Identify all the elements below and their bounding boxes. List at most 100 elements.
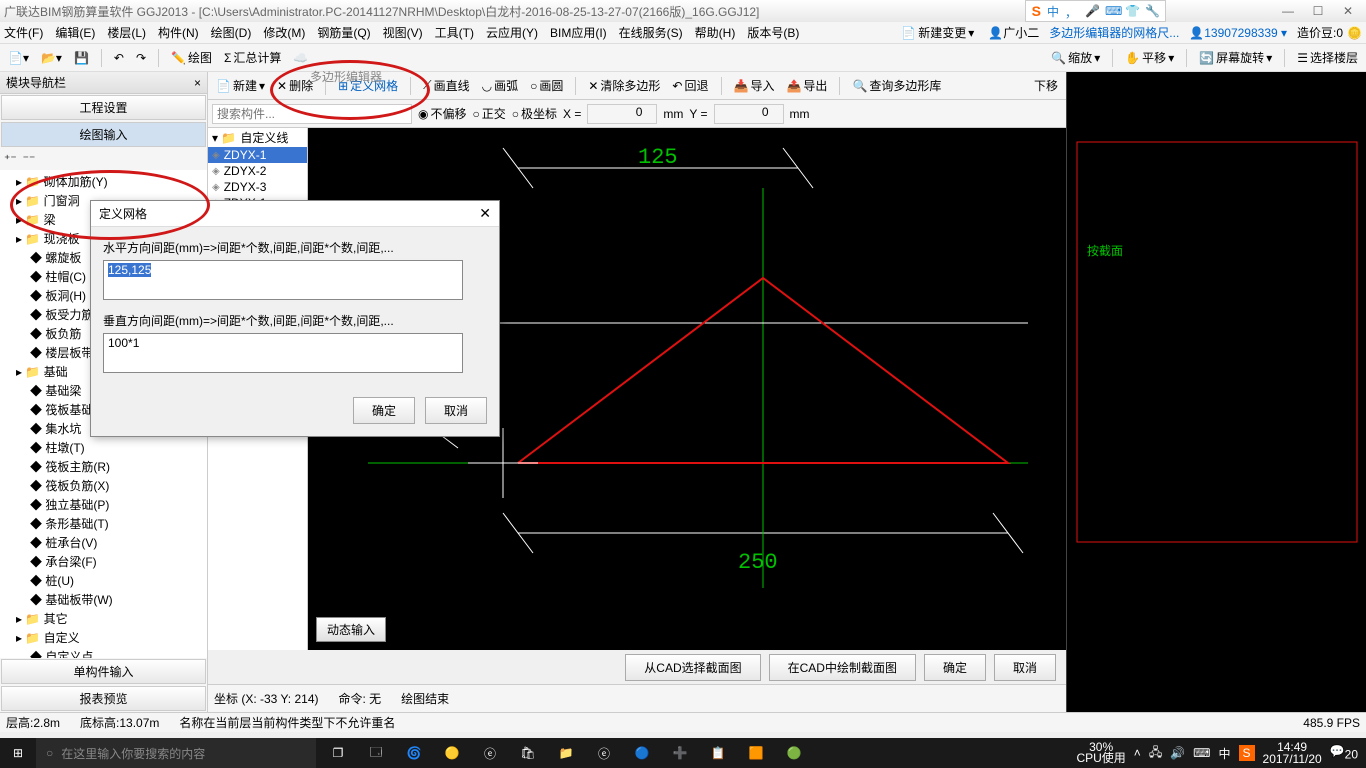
save-button[interactable]: 💾 <box>70 49 93 67</box>
coin-balance[interactable]: 造价豆:0 🪙 <box>1297 24 1362 41</box>
ime-lang[interactable]: 中 <box>1047 3 1059 20</box>
menu-view[interactable]: 视图(V) <box>383 24 423 41</box>
tree-item[interactable]: ◆ 承台梁(F) <box>2 552 205 571</box>
menu-edit[interactable]: 编辑(E) <box>55 24 95 41</box>
tray-clock[interactable]: 14:49 2017/11/20 <box>1263 741 1322 765</box>
tree-expand-icon[interactable]: ⁺⁻ <box>4 152 17 166</box>
new-file-button[interactable]: 📄▾ <box>4 49 33 67</box>
draw-circle-button[interactable]: ○ 画圆 <box>526 75 567 96</box>
user-badge[interactable]: 👤广小二 <box>988 24 1039 41</box>
ime-punct-icon[interactable]: ， <box>1065 4 1079 18</box>
open-file-button[interactable]: 📂▾ <box>37 49 66 67</box>
radio-polar[interactable]: ○ 极坐标 <box>512 105 557 122</box>
menu-file[interactable]: 文件(F) <box>4 24 43 41</box>
menu-online[interactable]: 在线服务(S) <box>619 24 683 41</box>
menu-version[interactable]: 版本号(B) <box>747 24 799 41</box>
nav-close-icon[interactable]: × <box>194 76 201 90</box>
taskbar-app-7[interactable]: 🟧 <box>738 738 774 768</box>
list-item[interactable]: ◈ ZDYX-1 <box>208 147 307 163</box>
main-ok-button[interactable]: 确定 <box>924 654 986 681</box>
pan-button[interactable]: ✋平移 ▾ <box>1121 47 1178 68</box>
cloud-check-button[interactable]: ☁️ <box>289 49 312 67</box>
minimize-button[interactable]: — <box>1274 2 1302 20</box>
taskbar-app-6[interactable]: 📋 <box>700 738 736 768</box>
export-button[interactable]: 📤导出 <box>782 75 831 96</box>
tray-volume-icon[interactable]: 🔊 <box>1170 746 1185 760</box>
draw-arc-button[interactable]: ◡ 画弧 <box>478 75 523 96</box>
ime-tool-icon[interactable]: 🔧 <box>1145 4 1159 18</box>
sum-calc-button[interactable]: Σ 汇总计算 <box>220 47 285 68</box>
tray-notification-icon[interactable]: 💬20 <box>1330 744 1358 761</box>
taskbar-app-8[interactable]: 🟢 <box>776 738 812 768</box>
tree-item[interactable]: ◆ 桩(U) <box>2 571 205 590</box>
h-spacing-input[interactable]: 125,125 <box>103 260 463 300</box>
cad-select-section-button[interactable]: 从CAD选择截面图 <box>625 654 760 681</box>
tree-item[interactable]: ◆ 桩承台(V) <box>2 533 205 552</box>
taskbar-app-2[interactable]: 🌀 <box>396 738 432 768</box>
zoom-button[interactable]: 🔍缩放 ▾ <box>1047 47 1104 68</box>
dialog-cancel-button[interactable]: 取消 <box>425 397 487 424</box>
tab-report-preview[interactable]: 报表预览 <box>1 686 206 711</box>
windows-taskbar[interactable]: ⊞ ○ 在这里输入你要搜索的内容 ❐ 🗔 🌀 🟡 ⓔ 🛍 📁 ⓔ 🔵 ➕ 📋 🟧… <box>0 738 1366 768</box>
search-component-input[interactable] <box>212 104 412 124</box>
dialog-ok-button[interactable]: 确定 <box>353 397 415 424</box>
dialog-close-icon[interactable]: ✕ <box>479 205 491 222</box>
tree-item[interactable]: ▸ 📁 自定义 <box>2 628 205 647</box>
menu-component[interactable]: 构件(N) <box>158 24 199 41</box>
dialog-titlebar[interactable]: 定义网格 ✕ <box>91 201 499 227</box>
main-cancel-button[interactable]: 取消 <box>994 654 1056 681</box>
tree-item[interactable]: ◆ 条形基础(T) <box>2 514 205 533</box>
tree-item[interactable]: ◆ 柱墩(T) <box>2 438 205 457</box>
cad-draw-section-button[interactable]: 在CAD中绘制截面图 <box>769 654 916 681</box>
menu-cloud[interactable]: 云应用(Y) <box>486 24 538 41</box>
undo-button[interactable]: ↶ <box>110 49 128 67</box>
v-spacing-input[interactable]: 100*1 <box>103 333 463 373</box>
taskbar-app-4[interactable]: 🔵 <box>624 738 660 768</box>
y-coord-input[interactable]: 0 <box>714 104 784 124</box>
tray-ime-lang[interactable]: 中 <box>1218 745 1230 762</box>
cpu-meter[interactable]: 30% CPU使用 <box>1076 742 1125 764</box>
tree-item[interactable]: ◆ 自定义点 <box>2 647 205 658</box>
taskbar-search[interactable]: ○ 在这里输入你要搜索的内容 <box>36 738 316 768</box>
tray-keyboard-icon[interactable]: ⌨ <box>1193 746 1210 760</box>
tree-item[interactable]: ▸ 📁 其它 <box>2 609 205 628</box>
menu-bim[interactable]: BIM应用(I) <box>550 24 607 41</box>
tree-item[interactable]: ◆ 筏板主筋(R) <box>2 457 205 476</box>
import-button[interactable]: 📥导入 <box>730 75 779 96</box>
new-change-button[interactable]: 📄新建变更 ▾ <box>897 22 978 43</box>
list-item[interactable]: ◈ ZDYX-2 <box>208 163 307 179</box>
tree-item[interactable]: ◆ 基础板带(W) <box>2 590 205 609</box>
ime-mic-icon[interactable]: 🎤 <box>1085 4 1099 18</box>
menu-floor[interactable]: 楼层(L) <box>107 24 146 41</box>
tray-network-icon[interactable]: 🖧 <box>1149 743 1162 764</box>
task-view-icon[interactable]: ❐ <box>320 738 356 768</box>
select-floor-button[interactable]: ☰ 选择楼层 <box>1293 47 1362 68</box>
clear-polygon-button[interactable]: ✕ 清除多边形 <box>584 75 664 96</box>
ime-keyboard-icon[interactable]: ⌨ <box>1105 4 1119 18</box>
tree-item[interactable]: ▸ 📁 砌体加筋(Y) <box>2 172 205 191</box>
tab-single-input[interactable]: 单构件输入 <box>1 659 206 684</box>
menu-modify[interactable]: 修改(M) <box>263 24 305 41</box>
tray-chevron-icon[interactable]: ˄ <box>1134 746 1141 760</box>
menu-draw[interactable]: 绘图(D) <box>211 24 252 41</box>
dynamic-input-button[interactable]: 动态输入 <box>316 617 386 642</box>
tree-collapse-icon[interactable]: ⁻⁻ <box>23 152 36 166</box>
ime-skin-icon[interactable]: 👕 <box>1125 4 1139 18</box>
redo-button[interactable]: ↷ <box>132 49 150 67</box>
account-number[interactable]: 👤13907298339 ▾ <box>1189 26 1287 40</box>
move-down-button[interactable]: 下移 <box>1030 75 1062 96</box>
start-button[interactable]: ⊞ <box>0 738 36 768</box>
list-item[interactable]: ◈ ZDYX-3 <box>208 179 307 195</box>
menu-help[interactable]: 帮助(H) <box>695 24 736 41</box>
tree-item[interactable]: ◆ 独立基础(P) <box>2 495 205 514</box>
tray-sogou-icon[interactable]: S <box>1239 745 1255 761</box>
menu-rebar[interactable]: 钢筋量(Q) <box>317 24 370 41</box>
taskbar-edge-icon[interactable]: ⓔ <box>472 738 508 768</box>
tab-draw-input[interactable]: 绘图输入 <box>1 122 206 147</box>
poly-new-button[interactable]: 📄新建 ▾ <box>212 75 269 96</box>
taskbar-explorer-icon[interactable]: 📁 <box>548 738 584 768</box>
radio-ortho[interactable]: ○ 正交 <box>473 105 506 122</box>
close-button[interactable]: ✕ <box>1334 2 1362 20</box>
maximize-button[interactable]: ☐ <box>1304 2 1332 20</box>
menu-tools[interactable]: 工具(T) <box>435 24 474 41</box>
